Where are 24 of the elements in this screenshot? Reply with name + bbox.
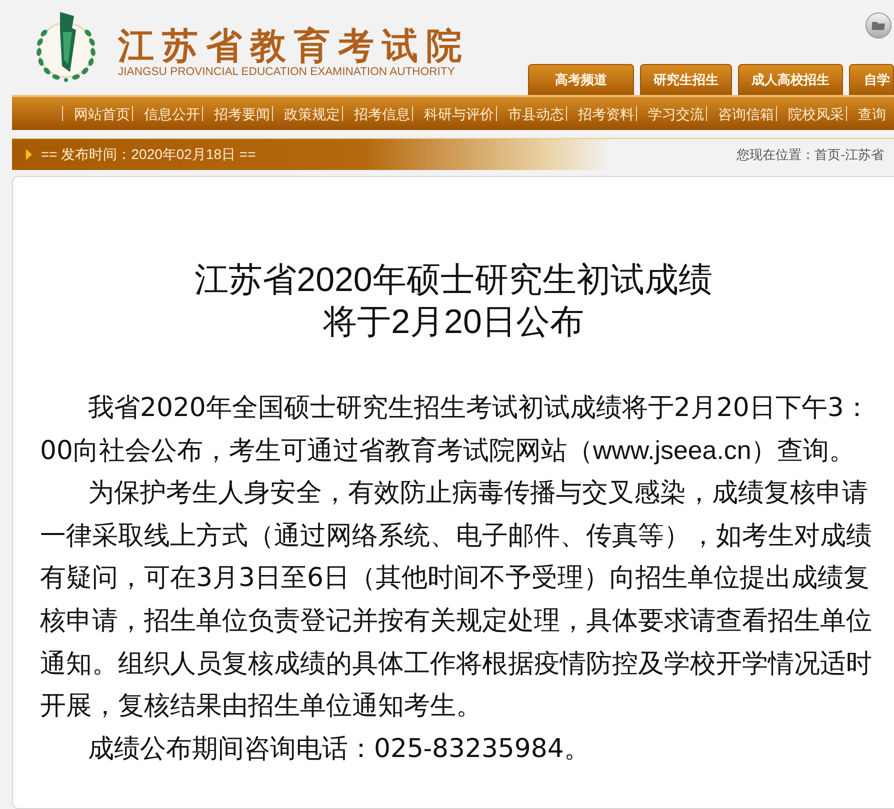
nav-link[interactable]: 信息公开 [133, 104, 202, 122]
nav-link[interactable]: 招考要闻 [203, 104, 272, 122]
folder-button-icon[interactable] [865, 12, 892, 39]
triangle-icon [26, 149, 32, 160]
nav-link[interactable]: 学习交流 [637, 104, 706, 122]
site-subtitle: JIANGSU PROVINCIAL EDUCATION EXAMINATION AUTHORITY [118, 66, 456, 79]
nav-link[interactable]: 网站首页 [63, 104, 132, 122]
nav-link[interactable]: 市县动态 [497, 104, 566, 122]
breadcrumb: 您现在位置：首页-江苏省 [736, 146, 885, 164]
nav-link[interactable]: 科研与评价 [413, 104, 496, 122]
nav-link[interactable]: 院校风采 [777, 104, 846, 122]
nav-link[interactable]: 招考资料 [567, 104, 636, 122]
nav-link[interactable]: 政策规定 [273, 104, 342, 122]
channel-tab[interactable]: 研究生招生 [640, 64, 732, 95]
channel-tab[interactable]: 成人高校招生 [738, 64, 843, 95]
nav-link[interactable]: 招考信息 [343, 104, 412, 122]
channel-tab[interactable]: 高考频道 [528, 64, 634, 95]
article-paragraph: 成绩公布期间咨询电话：025-83235984。 [87, 732, 591, 766]
site-title: 江苏省教育考试院 [118, 26, 470, 66]
channel-tab[interactable]: 自学 [849, 64, 894, 95]
publish-date: == 发布时间：2020年02月18日 == [41, 145, 256, 164]
nav-link[interactable]: 咨询信箱 [707, 104, 776, 122]
nav-link[interactable]: 查询 [847, 104, 888, 122]
article-title: 江苏省2020年硕士研究生初试成绩 将于2月20日公布 [194, 260, 714, 343]
